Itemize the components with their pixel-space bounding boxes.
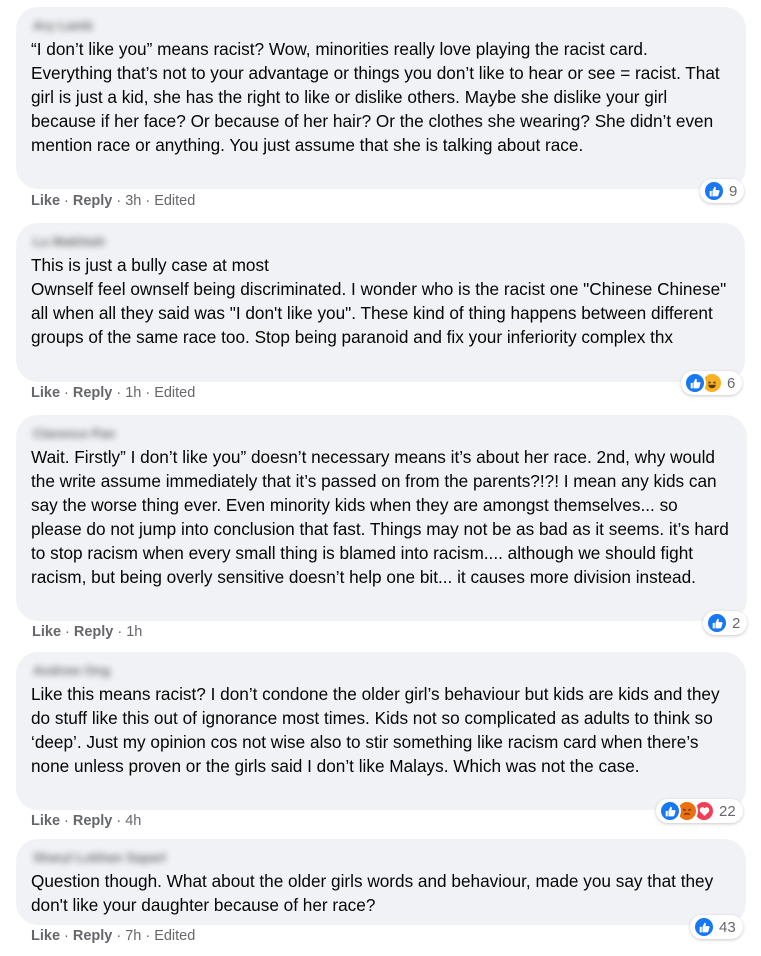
reply-link[interactable]: Reply <box>73 193 113 209</box>
comment-actions: Like · Reply · 4h <box>31 813 142 829</box>
timestamp[interactable]: 7h <box>125 928 141 944</box>
comment-author[interactable]: Clarence Pan <box>33 426 115 441</box>
reaction-summary[interactable]: 22 <box>656 799 743 823</box>
like-icon <box>703 180 725 202</box>
comment-author[interactable]: Ary Lamb <box>33 18 93 33</box>
comment-author[interactable]: Sharyl Lokhan Saparl <box>33 850 166 865</box>
like-link[interactable]: Like <box>31 928 60 944</box>
timestamp[interactable]: 4h <box>125 813 141 829</box>
like-link[interactable]: Like <box>31 385 60 401</box>
reaction-count: 2 <box>732 614 741 632</box>
comment-actions: Like · Reply · 1h · Edited <box>31 385 196 401</box>
like-icon <box>684 372 706 394</box>
reaction-summary[interactable]: 43 <box>690 915 743 939</box>
like-link[interactable]: Like <box>31 193 60 209</box>
comment-text: Question though. What about the older gi… <box>31 871 718 915</box>
comment-text: “I don’t like you” means racist? Wow, mi… <box>31 39 725 155</box>
comment-bubble: Ary Lamb “I don’t like you” means racist… <box>16 7 746 189</box>
comment-text: Like this means racist? I don’t condone … <box>31 684 725 776</box>
edited-label: Edited <box>154 193 196 209</box>
reply-link[interactable]: Reply <box>74 624 114 640</box>
comment-author[interactable]: Andrew Ong <box>33 663 110 678</box>
reply-link[interactable]: Reply <box>73 928 113 944</box>
timestamp[interactable]: 1h <box>126 624 142 640</box>
reaction-count: 9 <box>729 182 738 200</box>
comment-actions: Like · Reply · 3h · Edited <box>31 193 196 209</box>
reaction-summary[interactable]: 2 <box>703 611 748 635</box>
like-link[interactable]: Like <box>31 813 60 829</box>
like-link[interactable]: Like <box>32 624 61 640</box>
comment-bubble: Lu Makhtah This is just a bully case at … <box>16 223 745 382</box>
comment-text: Wait. Firstly” I don’t like you” doesn’t… <box>31 447 734 587</box>
like-icon <box>659 800 681 822</box>
reaction-count: 43 <box>719 918 736 936</box>
edited-label: Edited <box>154 385 196 401</box>
like-icon <box>693 916 715 938</box>
comment-text: This is just a bully case at most Ownsel… <box>31 255 727 347</box>
reaction-count: 6 <box>727 374 736 392</box>
comment-author[interactable]: Lu Makhtah <box>33 234 105 249</box>
comment-actions: Like · Reply · 1h <box>32 624 143 640</box>
timestamp[interactable]: 1h <box>125 385 141 401</box>
edited-label: Edited <box>154 928 196 944</box>
comment-bubble: Clarence Pan Wait. Firstly” I don’t like… <box>16 415 747 621</box>
reply-link[interactable]: Reply <box>73 813 113 829</box>
comment-actions: Like · Reply · 7h · Edited <box>31 928 196 944</box>
comment-bubble: Sharyl Lokhan Saparl Question though. Wh… <box>16 839 746 925</box>
reaction-summary[interactable]: 9 <box>700 179 745 203</box>
reply-link[interactable]: Reply <box>73 385 113 401</box>
reaction-count: 22 <box>719 802 736 820</box>
like-icon <box>706 612 728 634</box>
timestamp[interactable]: 3h <box>125 193 141 209</box>
reaction-summary[interactable]: 6 <box>681 371 743 395</box>
comment-bubble: Andrew Ong Like this means racist? I don… <box>16 652 746 810</box>
